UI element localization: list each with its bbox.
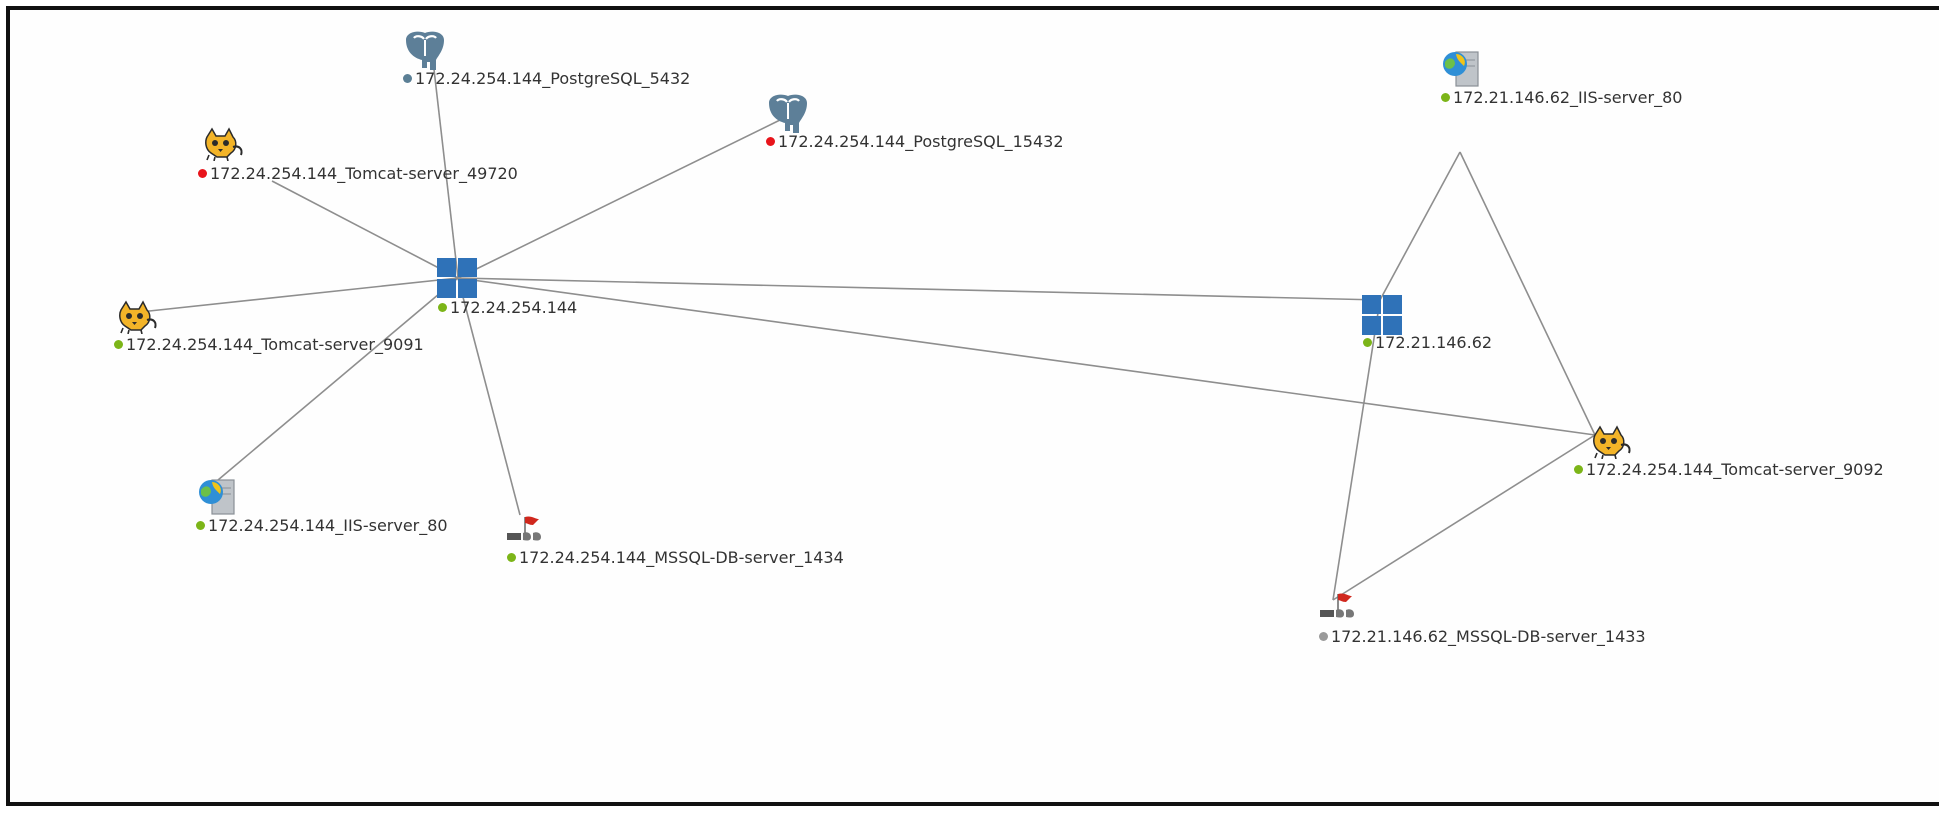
tomcat-cat-icon <box>205 127 243 161</box>
postgresql-elephant-icon <box>406 31 444 70</box>
status-dot <box>196 521 205 530</box>
node-host-172-24-254-144[interactable]: 172.24.254.144 <box>437 258 577 317</box>
node-label: 172.21.146.62_IIS-server_80 <box>1441 89 1682 107</box>
node-label: 172.24.254.144_IIS-server_80 <box>196 517 448 535</box>
status-dot <box>507 553 516 562</box>
status-dot <box>1363 338 1372 347</box>
node-label: 172.21.146.62_MSSQL-DB-server_1433 <box>1319 628 1646 646</box>
node-label: 172.24.254.144_MSSQL-DB-server_1434 <box>507 549 844 567</box>
node-label: 172.24.254.144_Tomcat-server_9092 <box>1574 461 1884 479</box>
mssql-server-icon <box>1320 593 1354 618</box>
node-label: 172.24.254.144_PostgreSQL_15432 <box>766 133 1064 151</box>
iis-server-icon <box>1443 51 1479 87</box>
node-host-172-21-146-62[interactable]: 172.21.146.62 <box>1362 295 1492 352</box>
windows-host-icon <box>1362 295 1402 335</box>
topology-canvas[interactable] <box>6 6 1939 806</box>
postgresql-elephant-icon <box>769 94 807 133</box>
node-label: 172.24.254.144_Tomcat-server_9091 <box>114 336 424 354</box>
status-dot <box>1441 93 1450 102</box>
status-dot <box>403 74 412 83</box>
node-label: 172.24.254.144_Tomcat-server_49720 <box>198 165 518 183</box>
status-dot <box>114 340 123 349</box>
mssql-server-icon <box>507 516 541 541</box>
status-dot <box>1319 632 1328 641</box>
windows-host-icon <box>437 258 477 298</box>
tomcat-cat-icon <box>119 300 157 334</box>
node-label: 172.24.254.144 <box>438 299 577 317</box>
node-label: 172.21.146.62 <box>1363 334 1492 352</box>
iis-server-icon <box>199 479 235 515</box>
status-dot <box>1574 465 1583 474</box>
node-label: 172.24.254.144_PostgreSQL_5432 <box>403 70 690 88</box>
status-dot <box>198 169 207 178</box>
status-dot <box>438 303 447 312</box>
tomcat-cat-icon <box>1593 425 1631 459</box>
status-dot <box>766 137 775 146</box>
